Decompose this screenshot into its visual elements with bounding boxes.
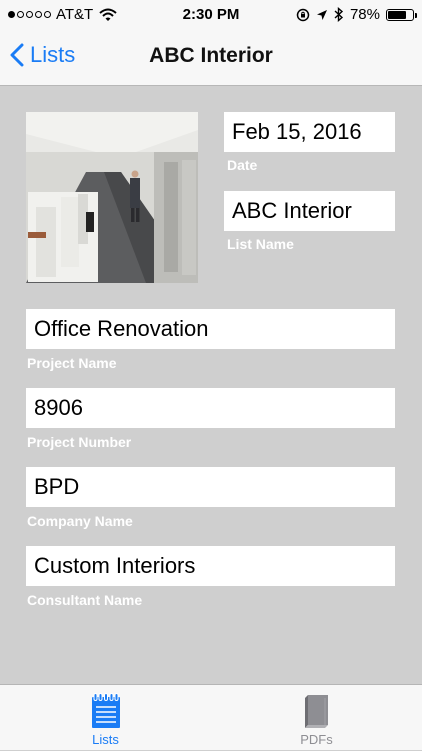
- notepad-icon: [91, 693, 120, 728]
- tab-pdfs-label: PDFs: [300, 732, 333, 747]
- project-number-label: Project Number: [27, 434, 132, 450]
- project-name-value: Office Renovation: [34, 316, 209, 341]
- list-name-label: List Name: [227, 236, 294, 252]
- company-name-label: Company Name: [27, 513, 133, 529]
- project-number-value: 8906: [34, 395, 83, 420]
- consultant-name-label: Consultant Name: [27, 592, 143, 608]
- battery-percent: 78%: [349, 6, 380, 23]
- date-label: Date: [227, 157, 258, 173]
- tab-pdfs[interactable]: PDFs: [211, 685, 422, 751]
- list-photo[interactable]: [26, 112, 198, 283]
- date-field[interactable]: Feb 15, 2016: [224, 112, 395, 152]
- rotation-lock-icon: [296, 8, 310, 21]
- tab-lists-label: Lists: [92, 732, 119, 747]
- battery-level-fill: [388, 10, 407, 19]
- status-bar: AT&T 2:30 PM 78%: [0, 0, 422, 30]
- company-name-value: BPD: [34, 474, 80, 499]
- office-photo-image: [26, 112, 198, 283]
- tab-bar: Lists PDFs: [0, 684, 422, 750]
- list-name-value: ABC Interior: [232, 198, 352, 223]
- pdf-book-icon: [304, 695, 328, 728]
- bluetooth-icon: [334, 7, 344, 22]
- navigation-bar: Lists ABC Interior: [0, 30, 422, 86]
- project-name-label: Project Name: [27, 355, 117, 371]
- company-name-field[interactable]: BPD: [26, 467, 395, 507]
- page-title: ABC Interior: [149, 44, 273, 67]
- consultant-name-value: Custom Interiors: [34, 553, 196, 578]
- date-value: Feb 15, 2016: [232, 119, 362, 144]
- project-number-field[interactable]: 8906: [26, 388, 395, 428]
- battery-icon: [386, 8, 417, 21]
- project-name-field[interactable]: Office Renovation: [26, 309, 395, 349]
- consultant-name-field[interactable]: Custom Interiors: [26, 546, 395, 586]
- list-name-field[interactable]: ABC Interior: [224, 191, 395, 231]
- status-right: 78%: [296, 6, 417, 23]
- tab-lists[interactable]: Lists: [0, 685, 211, 751]
- location-arrow-icon: [316, 9, 327, 20]
